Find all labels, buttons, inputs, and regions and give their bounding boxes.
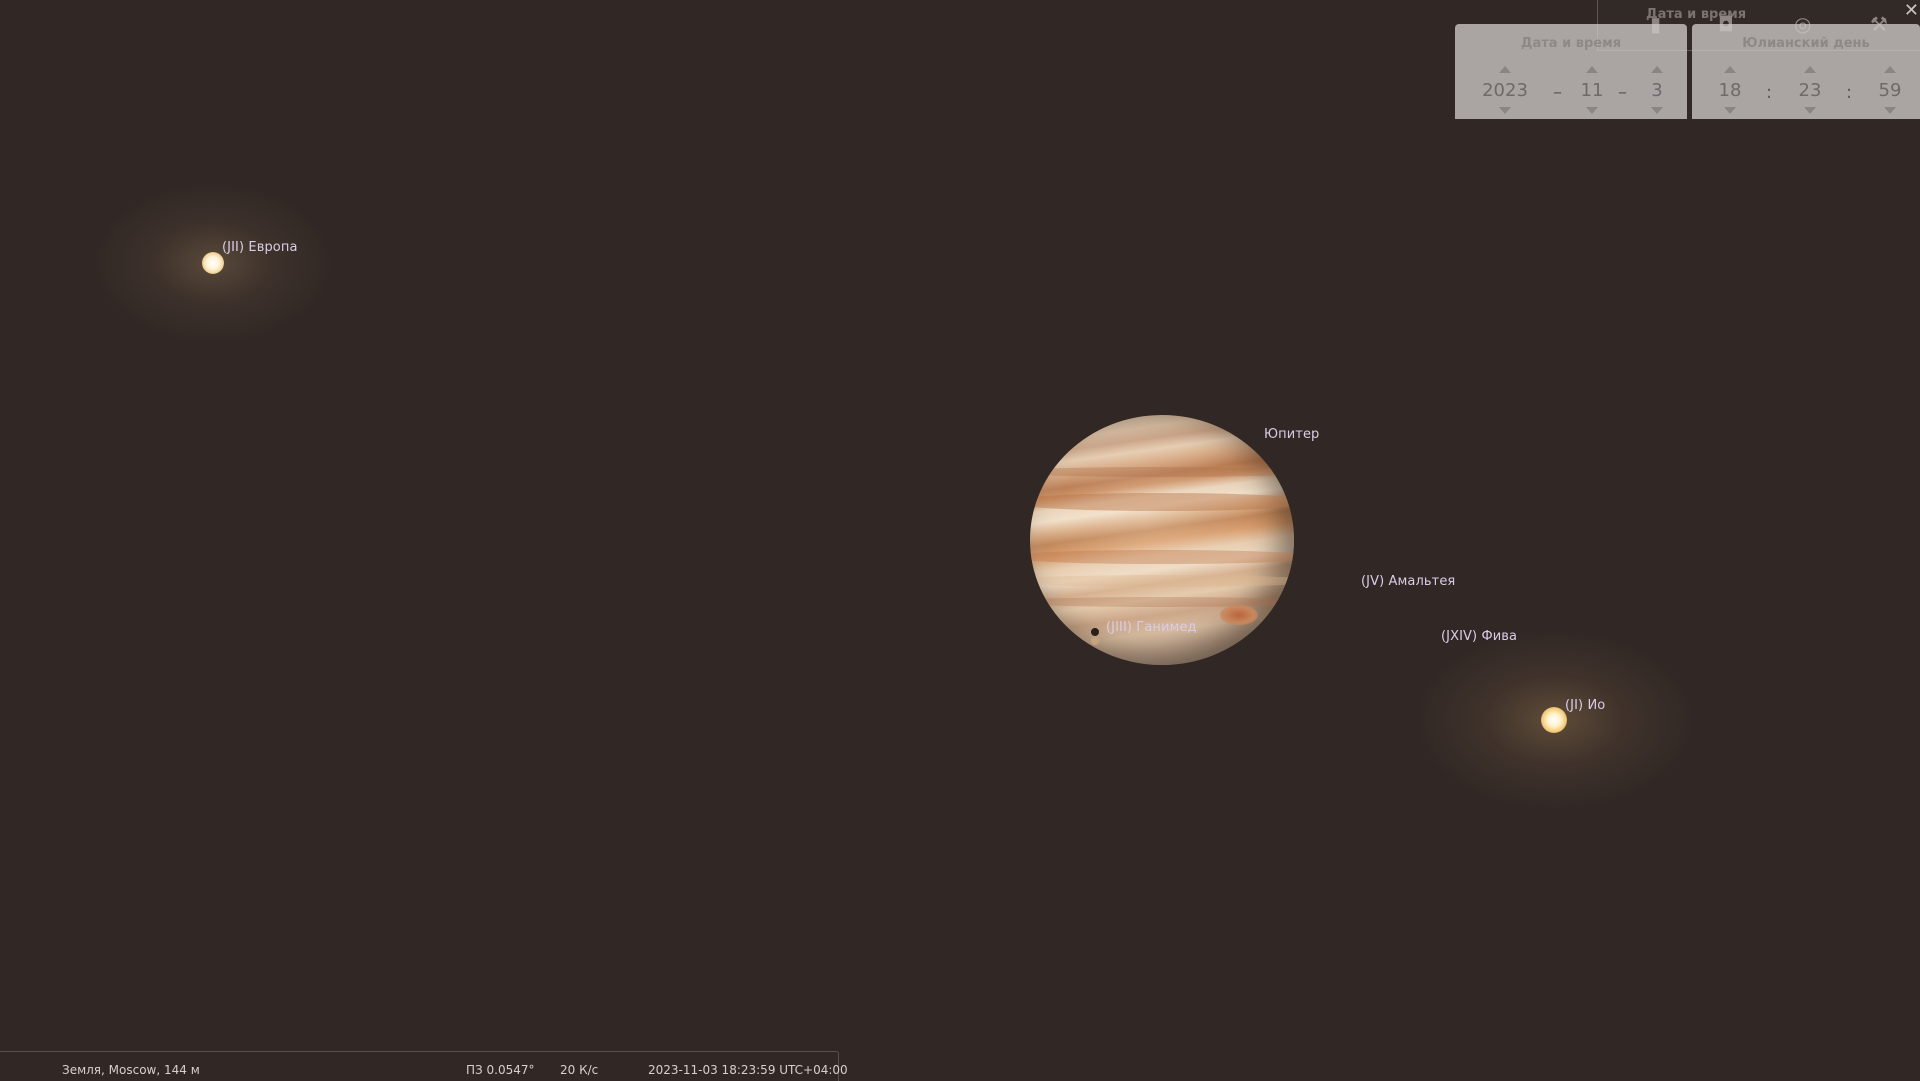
great-red-spot (1220, 605, 1258, 625)
second-spinner[interactable]: 59 (1862, 64, 1918, 116)
day-value[interactable]: 3 (1629, 80, 1685, 101)
time-separator: : (1766, 82, 1773, 103)
chevron-up-icon[interactable] (1724, 66, 1736, 73)
io-disk[interactable] (1541, 707, 1567, 733)
jd-title: Юлианский день (1742, 36, 1870, 51)
day-spinner[interactable]: 3 (1629, 64, 1685, 116)
chevron-up-icon[interactable] (1804, 66, 1816, 73)
date-box: Дата и время 2023 – 11 – 3 (1455, 24, 1687, 119)
chevron-down-icon[interactable] (1586, 107, 1598, 114)
chevron-up-icon[interactable] (1499, 66, 1511, 73)
date-separator: – (1618, 82, 1627, 103)
hour-spinner[interactable]: 18 (1702, 64, 1758, 116)
chevron-down-icon[interactable] (1804, 107, 1816, 114)
chevron-down-icon[interactable] (1499, 107, 1511, 114)
month-value[interactable]: 11 (1564, 80, 1620, 101)
date-separator: – (1553, 82, 1562, 103)
minute-value[interactable]: 23 (1782, 80, 1838, 101)
second-value[interactable]: 59 (1862, 80, 1918, 101)
chevron-down-icon[interactable] (1884, 107, 1896, 114)
fov-text: ПЗ 0.0547° (466, 1063, 535, 1077)
sky-view[interactable]: (JII) Европа Юпитер (JIII) Ганимед (JV) … (0, 0, 1920, 1080)
month-spinner[interactable]: 11 (1564, 64, 1620, 116)
chevron-up-icon[interactable] (1884, 66, 1896, 73)
status-bar: Земля, Moscow, 144 м ПЗ 0.0547° 20 К/с 2… (0, 1051, 848, 1081)
ganymede-shadow (1091, 628, 1099, 636)
amalthea-label: (JV) Амальтея (1361, 574, 1456, 589)
jupiter-label: Юпитер (1264, 427, 1320, 442)
datetime-text[interactable]: 2023-11-03 18:23:59 UTC+04:00 (648, 1063, 848, 1077)
year-value[interactable]: 2023 (1477, 80, 1533, 101)
time-separator: : (1846, 82, 1853, 103)
io-label: (JI) Ио (1565, 698, 1606, 713)
year-spinner[interactable]: 2023 (1477, 64, 1533, 116)
minute-spinner[interactable]: 23 (1782, 64, 1838, 116)
ganymede-label: (JIII) Ганимед (1106, 620, 1197, 635)
europa-label: (JII) Европа (222, 240, 298, 255)
chevron-up-icon[interactable] (1586, 66, 1598, 73)
date-title: Дата и время (1520, 36, 1622, 51)
fps-text: 20 К/с (560, 1063, 599, 1077)
europa-disk[interactable] (202, 252, 224, 274)
time-box: Юлианский день 18 : 23 : 59 (1692, 24, 1920, 119)
location-text[interactable]: Земля, Moscow, 144 м (62, 1063, 200, 1077)
chevron-up-icon[interactable] (1651, 66, 1663, 73)
chevron-down-icon[interactable] (1724, 107, 1736, 114)
ganymede-disk[interactable] (1091, 637, 1099, 645)
datetime-panel: Дата и время 2023 – 11 – 3 Юлианский ден… (1455, 24, 1920, 119)
chevron-down-icon[interactable] (1651, 107, 1663, 114)
close-icon[interactable]: ✕ (1904, 0, 1919, 21)
hour-value[interactable]: 18 (1702, 80, 1758, 101)
